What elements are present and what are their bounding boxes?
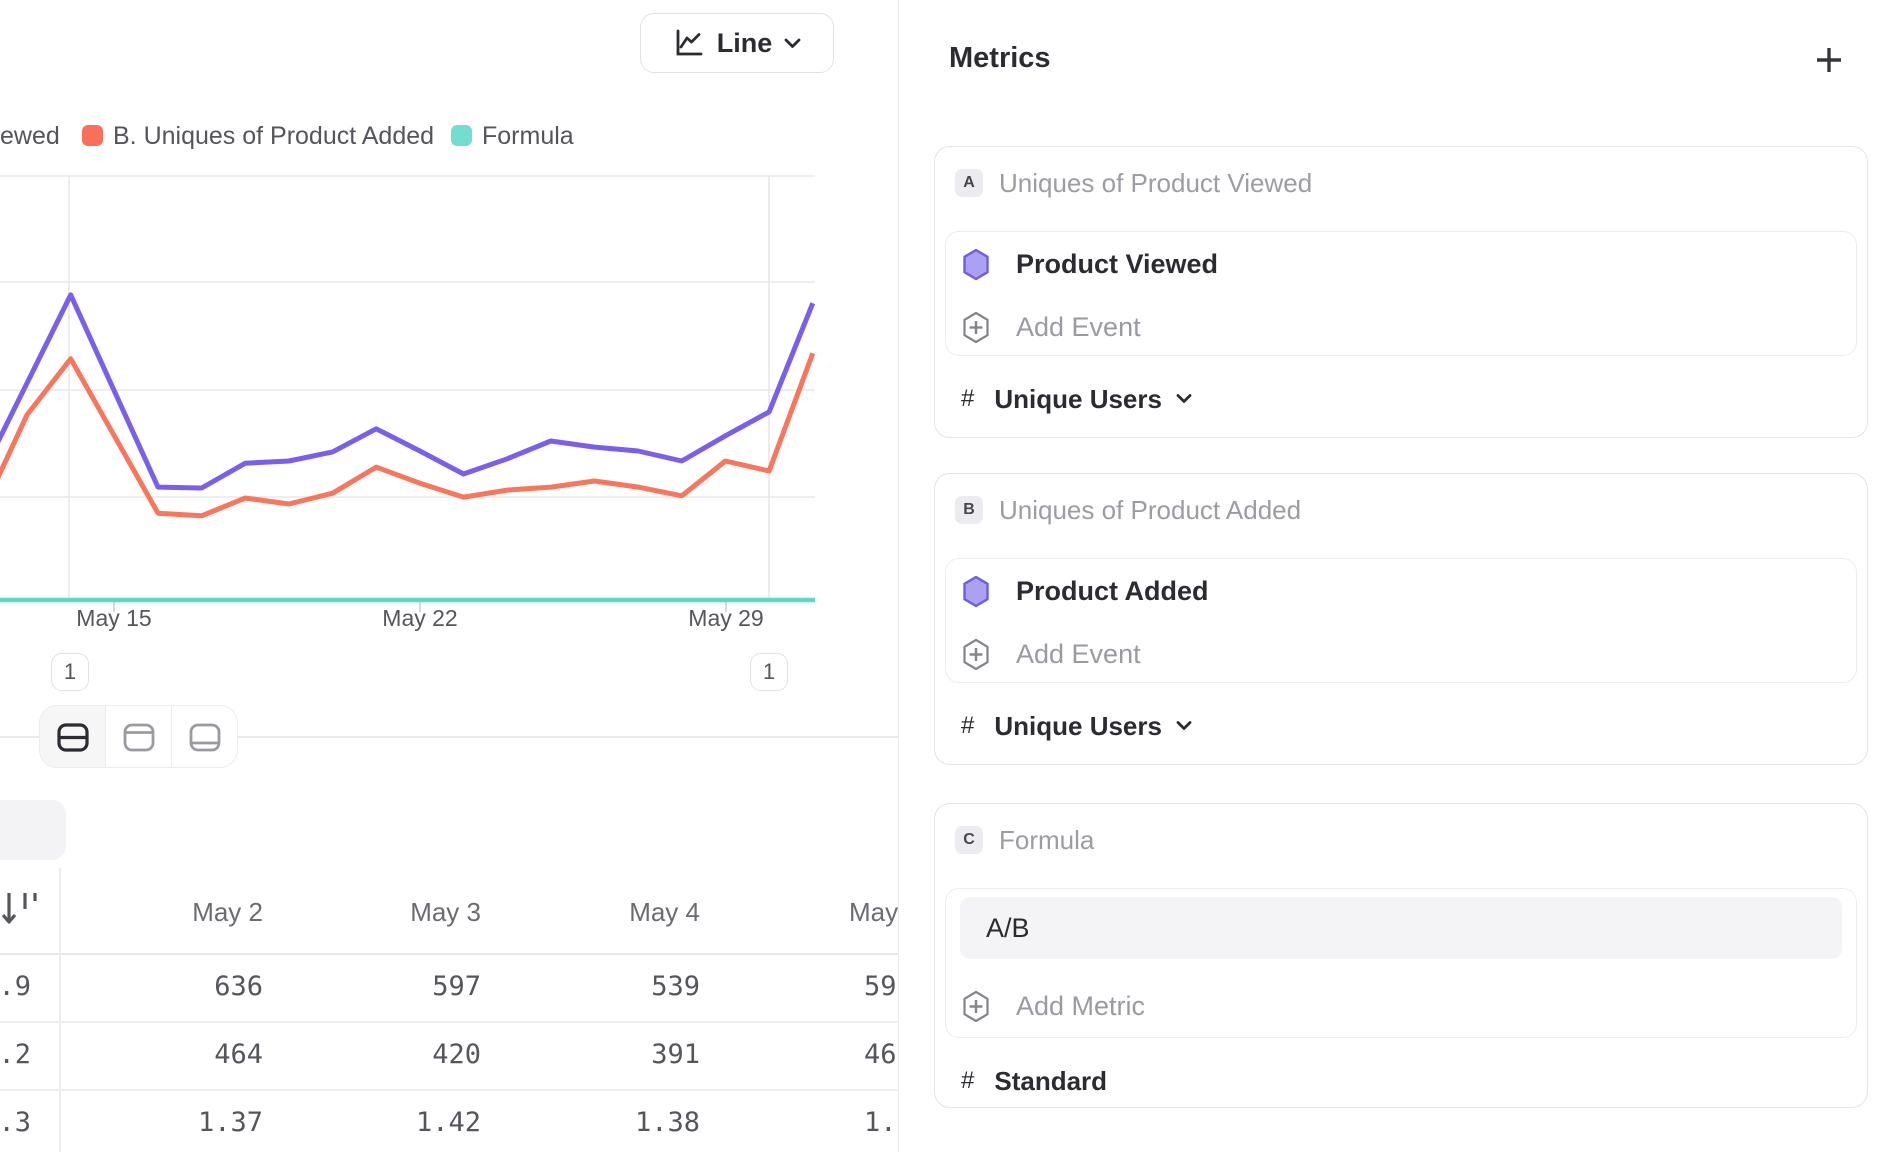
table-cell: 636: [103, 953, 263, 1021]
legend-swatch-b: [82, 125, 103, 146]
metric-card-c: C Formula A/B Add Metric # Stan: [934, 803, 1868, 1108]
legend-swatch-formula: [451, 125, 472, 146]
table-cell: 420: [321, 1021, 481, 1089]
plus-icon: [1815, 46, 1843, 74]
event-name: Product Viewed: [1016, 249, 1218, 280]
metrics-panel: Metrics A Uniques of Product Viewed Prod…: [898, 0, 1898, 1152]
table-cell-cropped: 1.2: [864, 1089, 898, 1152]
legend-item-a-cropped[interactable]: ewed: [0, 122, 60, 151]
row-divider: [0, 1021, 898, 1023]
metric-card-a: A Uniques of Product Viewed Product View…: [934, 146, 1868, 438]
hexagon-plus-icon: [962, 638, 990, 671]
measurement-selector[interactable]: # Unique Users: [961, 385, 1857, 413]
chevron-down-icon: [784, 38, 801, 49]
table-cell: 1.37: [103, 1089, 263, 1152]
x-axis-label: May 15: [76, 605, 151, 631]
add-event-row[interactable]: Add Event: [962, 638, 1856, 670]
table-column-divider: [59, 868, 61, 1152]
column-header-cropped[interactable]: May: [849, 894, 898, 930]
event-list-card: Product Added Add Event: [945, 558, 1857, 683]
table-cell: 1.38: [540, 1089, 700, 1152]
table-view-button[interactable]: [171, 706, 237, 767]
panel-top-view-icon: [121, 719, 157, 755]
sort-descending-icon[interactable]: [0, 888, 46, 930]
split-view-button[interactable]: [40, 706, 105, 767]
add-metric-plus-button[interactable]: [1807, 38, 1851, 82]
table-cell-cropped: 59: [864, 953, 898, 1021]
measurement-label: Unique Users: [994, 711, 1162, 742]
table-cell-cropped: 46: [864, 1021, 898, 1089]
annotation-badge-2[interactable]: 1: [750, 653, 788, 691]
metric-badge: C: [955, 826, 983, 854]
number-type-icon: #: [961, 385, 974, 413]
measurement-selector[interactable]: # Unique Users: [961, 712, 1857, 740]
series-line-a: [0, 295, 813, 488]
layout-toggle-group: [39, 705, 238, 768]
event-list-card: Product Viewed Add Event: [945, 231, 1857, 356]
breakdown-table: May 2 May 3 May 4 May .9 636 597 539 59 .2 464 420 3…: [0, 868, 898, 1152]
metric-title: Uniques of Product Viewed: [999, 168, 1312, 199]
annotation-badge-1[interactable]: 1: [51, 653, 89, 691]
chevron-down-icon: [1176, 721, 1192, 731]
line-chart-plot[interactable]: May 15 May 22 May 29: [0, 160, 898, 660]
metric-badge: A: [955, 169, 983, 197]
number-type-icon: #: [961, 1067, 974, 1095]
metric-badge: B: [955, 496, 983, 524]
measurement-label: Unique Users: [994, 384, 1162, 415]
measurement-selector[interactable]: # Standard: [961, 1067, 1857, 1095]
metrics-panel-title: Metrics: [949, 42, 1051, 75]
x-axis-label: May 22: [382, 605, 457, 631]
split-horizontal-view-icon: [55, 719, 91, 755]
add-metric-label: Add Metric: [1016, 991, 1145, 1022]
row-divider: [0, 1089, 898, 1091]
formula-value: A/B: [986, 913, 1030, 944]
column-header[interactable]: May 2: [103, 894, 263, 930]
chart-type-dropdown[interactable]: Line: [640, 13, 834, 73]
metric-card-header: C Formula: [955, 826, 1847, 854]
chart-legend: ewed B. Uniques of Product Added Formula: [0, 121, 898, 151]
chart-view-button[interactable]: [105, 706, 171, 767]
event-row[interactable]: Product Viewed: [962, 248, 1856, 280]
cropped-segment-pill[interactable]: [0, 800, 66, 860]
row-leading-value-cropped: .9: [0, 953, 31, 1021]
table-cell: 391: [540, 1021, 700, 1089]
hexagon-plus-icon: [962, 990, 990, 1023]
row-leading-value-cropped: .2: [0, 1021, 31, 1089]
metric-title: Formula: [999, 825, 1094, 856]
event-row[interactable]: Product Added: [962, 575, 1856, 607]
row-leading-value-cropped: .3: [0, 1089, 31, 1152]
legend-item-formula[interactable]: Formula: [482, 122, 574, 151]
panel-bottom-view-icon: [187, 719, 223, 755]
metric-title: Uniques of Product Added: [999, 495, 1301, 526]
event-name: Product Added: [1016, 576, 1209, 607]
add-event-label: Add Event: [1016, 639, 1141, 670]
metric-card-b: B Uniques of Product Added Product Added: [934, 473, 1868, 765]
hexagon-plus-icon: [962, 311, 990, 344]
table-cell: 1.42: [321, 1089, 481, 1152]
chevron-down-icon: [1176, 394, 1192, 404]
hexagon-event-icon: [962, 248, 990, 281]
formula-input[interactable]: A/B: [960, 897, 1842, 959]
column-header[interactable]: May 4: [540, 894, 700, 930]
column-header[interactable]: May 3: [321, 894, 481, 930]
insights-report-screen: Line ewed B. Uniques of Product Added Fo…: [0, 0, 1898, 1152]
table-cell: 597: [321, 953, 481, 1021]
formula-card: A/B Add Metric: [945, 888, 1857, 1038]
line-chart-icon: [673, 27, 705, 59]
measurement-label: Standard: [994, 1066, 1107, 1097]
metric-card-header: B Uniques of Product Added: [955, 496, 1847, 524]
add-event-label: Add Event: [1016, 312, 1141, 343]
chart-type-label: Line: [717, 28, 773, 59]
chart-gridlines: [0, 176, 815, 612]
table-cell: 464: [103, 1021, 263, 1089]
series-line-b: [0, 353, 813, 516]
add-metric-row[interactable]: Add Metric: [962, 990, 1856, 1022]
x-axis-label: May 29: [688, 605, 763, 631]
legend-item-b[interactable]: B. Uniques of Product Added: [113, 122, 434, 151]
metric-card-header: A Uniques of Product Viewed: [955, 169, 1847, 197]
number-type-icon: #: [961, 712, 974, 740]
table-cell: 539: [540, 953, 700, 1021]
add-event-row[interactable]: Add Event: [962, 311, 1856, 343]
hexagon-event-icon: [962, 575, 990, 608]
